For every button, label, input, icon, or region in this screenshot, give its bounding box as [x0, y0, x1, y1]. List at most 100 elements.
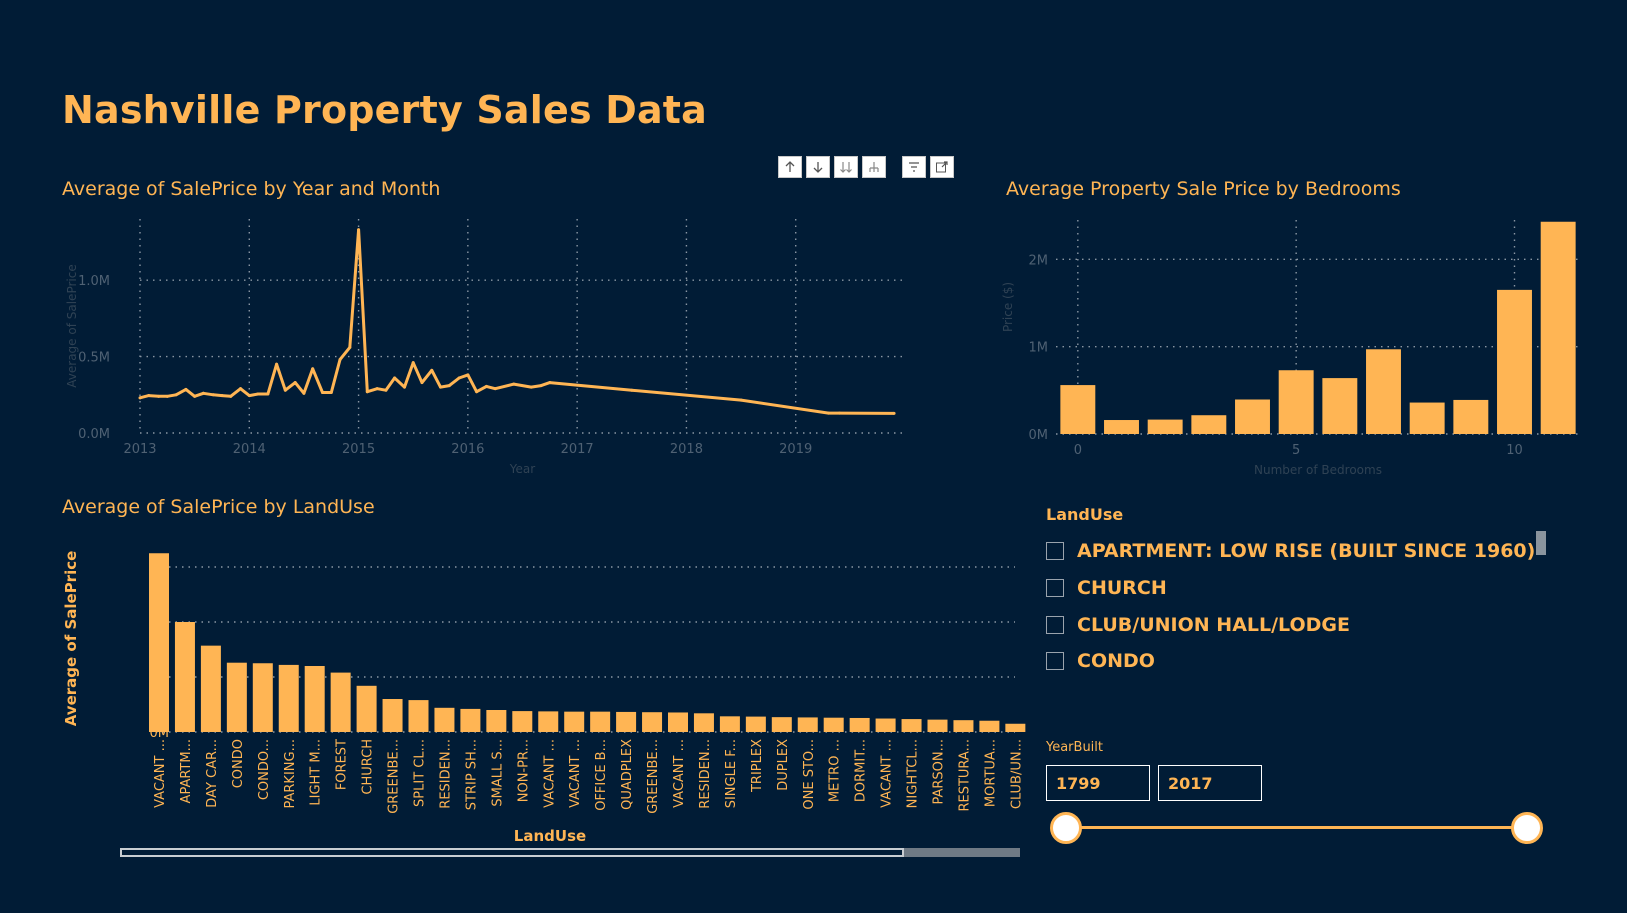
x-axis-label: Year	[509, 462, 535, 476]
bedrooms-chart-title: Average Property Sale Price by Bedrooms	[1006, 178, 1401, 200]
bar	[408, 700, 429, 732]
data-point	[338, 358, 342, 362]
landuse-slicer-header: LandUse	[1046, 505, 1124, 524]
bar	[538, 711, 559, 732]
bar	[1497, 289, 1532, 434]
data-point	[220, 394, 224, 398]
bar	[875, 718, 896, 732]
data-point	[211, 393, 215, 397]
yearbuilt-min-input[interactable]	[1046, 765, 1150, 801]
checkbox[interactable]	[1046, 616, 1064, 634]
bar	[1104, 420, 1139, 434]
data-point	[420, 381, 424, 385]
x-tick-label: 2013	[123, 442, 156, 457]
bar	[304, 666, 325, 732]
x-tick-label: RESIDEN...	[698, 739, 713, 809]
y-axis-label: Price ($)	[1001, 282, 1015, 332]
x-axis-label: Number of Bedrooms	[1254, 463, 1382, 477]
data-point	[447, 384, 451, 388]
checkbox[interactable]	[1046, 652, 1064, 670]
x-tick-label: 2015	[342, 442, 375, 457]
bar	[382, 699, 403, 732]
x-tick-label: TRIPLEX	[750, 739, 765, 793]
x-tick-label: RESIDEN...	[438, 739, 453, 809]
landuse-chart-title: Average of SalePrice by LandUse	[62, 496, 375, 518]
focus-mode-button[interactable]	[930, 156, 954, 178]
slicer-item-label: CONDO	[1077, 650, 1155, 672]
bar	[252, 663, 273, 732]
data-point	[302, 391, 306, 395]
slicer-item-label: CHURCH	[1077, 577, 1167, 599]
data-point	[165, 394, 169, 398]
bar	[460, 708, 481, 732]
bar	[927, 719, 948, 732]
yearbuilt-max-handle[interactable]	[1511, 812, 1543, 844]
drill-down-button[interactable]	[806, 156, 830, 178]
slicer-item-club[interactable]: CLUB/UNION HALL/LODGE	[1046, 614, 1350, 636]
data-point	[321, 390, 325, 394]
data-point	[475, 390, 479, 394]
slicer-scrollbar[interactable]	[1536, 531, 1546, 555]
y-tick-label: 0.5M	[78, 351, 110, 366]
drill-up-button[interactable]	[778, 156, 802, 178]
data-point	[266, 392, 270, 396]
x-tick-label: 2017	[561, 442, 594, 457]
x-tick-label: CONDO...	[257, 739, 272, 800]
bar	[616, 711, 637, 732]
x-tick-label: VACANT ...	[542, 739, 557, 808]
bar	[1409, 402, 1445, 434]
landuse-scrollbar-thumb[interactable]	[120, 848, 904, 857]
landuse-bar-chart[interactable]: 0M1M2M3MVACANT ...APARTM...DAY CAR...CON…	[60, 535, 1026, 845]
slicer-item-condo[interactable]: CONDO	[1046, 650, 1155, 672]
x-tick-label: 2014	[233, 442, 266, 457]
bar	[771, 717, 792, 732]
bar	[979, 720, 1000, 732]
data-point	[201, 391, 205, 395]
line-chart[interactable]: 0.0M 0.5M 1.0M 2013 2014 2015 2016 2017 2018 2019…	[60, 215, 960, 480]
y-axis-label: Average of SalePrice	[65, 264, 79, 387]
focus-mode-icon	[936, 161, 948, 173]
x-tick-label: ONE STO...	[802, 739, 817, 810]
data-point	[365, 390, 369, 394]
line-chart-title: Average of SalePrice by Year and Month	[62, 178, 441, 200]
data-point	[393, 376, 397, 380]
x-tick-label: LIGHT M...	[309, 739, 324, 806]
bar	[1060, 385, 1096, 434]
data-point	[239, 387, 243, 391]
x-tick-label: METRO ...	[828, 739, 843, 802]
bar	[823, 717, 844, 732]
data-point	[283, 388, 287, 392]
data-point	[892, 411, 896, 415]
x-tick-label: QUADPLEX	[620, 739, 635, 810]
x-tick-label: VACANT ...	[672, 739, 687, 808]
x-tick-label: CHURCH	[361, 739, 376, 795]
data-point	[138, 396, 142, 400]
data-point	[466, 373, 470, 377]
filter-button[interactable]	[902, 156, 926, 178]
x-tick-label: SMALL S...	[490, 739, 505, 807]
checkbox[interactable]	[1046, 579, 1064, 597]
data-point	[184, 387, 188, 391]
slicer-item-church[interactable]: CHURCH	[1046, 577, 1167, 599]
bar	[745, 716, 766, 732]
data-point	[457, 376, 461, 380]
checkbox[interactable]	[1046, 542, 1064, 560]
data-point	[357, 228, 361, 232]
bar	[1322, 378, 1358, 434]
x-tick-label: GREENBE...	[387, 739, 402, 814]
x-tick-label: 0	[1074, 443, 1082, 458]
data-point	[837, 411, 841, 415]
yearbuilt-min-handle[interactable]	[1050, 812, 1082, 844]
x-tick-label: RESTURA...	[957, 739, 972, 812]
yearbuilt-range-track[interactable]	[1066, 826, 1526, 829]
expand-hierarchy-button[interactable]	[862, 156, 886, 178]
go-to-next-level-button[interactable]	[834, 156, 858, 178]
x-tick-label: CONDO	[231, 739, 246, 788]
bedrooms-bar-chart[interactable]: 0M 1M 2M 0 5 10 Number of Bedrooms Price ($)	[1000, 215, 1590, 480]
slicer-item-label: APARTMENT: LOW RISE (BUILT SINCE 1960)	[1077, 540, 1536, 562]
bar	[693, 713, 714, 732]
yearbuilt-max-input[interactable]	[1158, 765, 1262, 801]
slicer-item-apartment[interactable]: APARTMENT: LOW RISE (BUILT SINCE 1960)	[1046, 540, 1535, 562]
x-tick-label: VACANT ...	[880, 739, 895, 808]
bar	[668, 712, 688, 732]
